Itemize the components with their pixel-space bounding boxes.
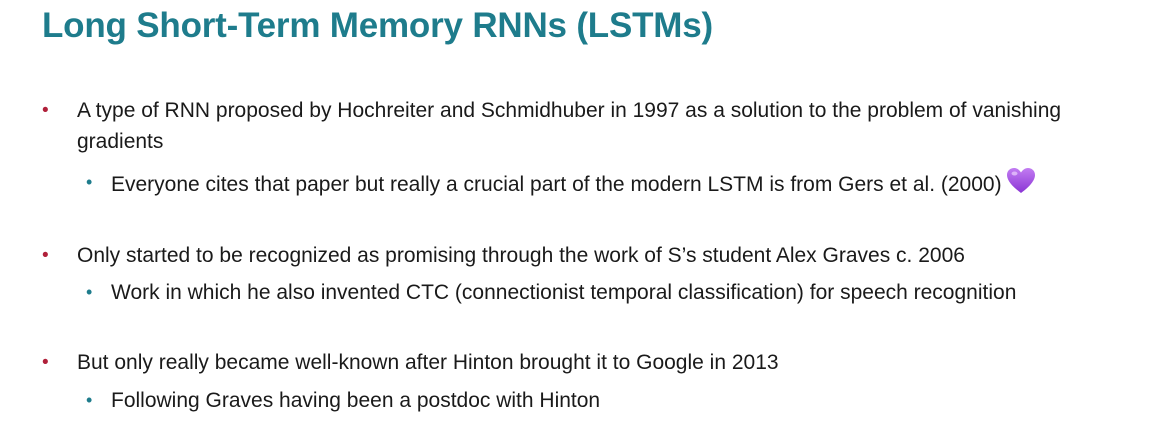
bullet-1-sub-label: Everyone cites that paper but really a c… [111, 173, 1002, 196]
sub-bullet-marker: • [86, 172, 93, 192]
slide: Long Short-Term Memory RNNs (LSTMs) • A … [0, 0, 1172, 425]
bullet-2-sub: • Work in which he also invented CTC (co… [86, 277, 1016, 308]
bullet-2-sub-text: Work in which he also invented CTC (conn… [111, 281, 1017, 304]
bullet-3: • But only really became well-known afte… [42, 347, 1102, 378]
bullet-1-text: A type of RNN proposed by Hochreiter and… [77, 99, 1062, 153]
bullet-marker: • [42, 245, 49, 266]
bullet-1-sub-text: Everyone cites that paper but really a c… [111, 167, 1036, 204]
bullet-3-text: But only really became well-known after … [77, 351, 779, 374]
sub-bullet-marker: • [86, 282, 93, 302]
bullet-marker: • [42, 352, 49, 373]
bullet-1-sub: • Everyone cites that paper but really a… [86, 167, 1036, 204]
sub-bullet-marker: • [86, 390, 93, 410]
purple-heart-icon [1006, 167, 1036, 204]
bullet-2-text: Only started to be recognized as promisi… [77, 244, 965, 267]
bullet-3-sub: • Following Graves having been a postdoc… [86, 385, 600, 416]
slide-title: Long Short-Term Memory RNNs (LSTMs) [42, 6, 713, 45]
bullet-3-sub-text: Following Graves having been a postdoc w… [111, 389, 601, 412]
bullet-2: • Only started to be recognized as promi… [42, 240, 1102, 271]
bullet-1: • A type of RNN proposed by Hochreiter a… [42, 95, 1102, 157]
bullet-marker: • [42, 100, 49, 121]
